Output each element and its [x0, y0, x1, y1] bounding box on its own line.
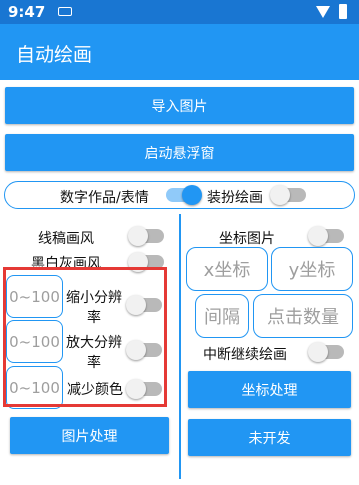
not-developed-button[interactable]: 未开发: [188, 419, 351, 456]
highlight-box: [3, 267, 167, 407]
dressup-label: 装扮绘画: [207, 190, 263, 206]
status-time: 9:47: [8, 3, 46, 21]
click-count-input[interactable]: 点击数量: [253, 294, 353, 338]
image-process-button[interactable]: 图片处理: [10, 417, 169, 454]
dressup-toggle[interactable]: [270, 185, 306, 205]
status-bar: [0, 0, 359, 24]
app-title: 自动绘画: [16, 44, 93, 66]
coord-process-button[interactable]: 坐标处理: [188, 371, 351, 408]
keyboard-icon: [58, 7, 72, 16]
line-style-toggle[interactable]: [128, 226, 164, 246]
wifi-icon: [316, 6, 330, 18]
interval-input[interactable]: 间隔: [195, 294, 249, 338]
battery-icon: [339, 4, 347, 19]
line-style-label: 线稿画风: [38, 231, 94, 247]
x-coord-input[interactable]: x坐标: [186, 247, 268, 291]
interrupt-continue-toggle[interactable]: [308, 342, 344, 362]
digital-works-label: 数字作品/表情: [60, 190, 149, 206]
coord-image-toggle[interactable]: [308, 226, 344, 246]
start-float-window-button[interactable]: 启动悬浮窗: [5, 134, 354, 171]
import-image-button[interactable]: 导入图片: [5, 87, 354, 124]
coord-image-label: 坐标图片: [219, 231, 275, 247]
column-divider: [179, 214, 181, 479]
digital-works-toggle[interactable]: [166, 185, 202, 205]
y-coord-input[interactable]: y坐标: [271, 247, 353, 291]
interrupt-continue-label: 中断继续绘画: [203, 347, 287, 363]
